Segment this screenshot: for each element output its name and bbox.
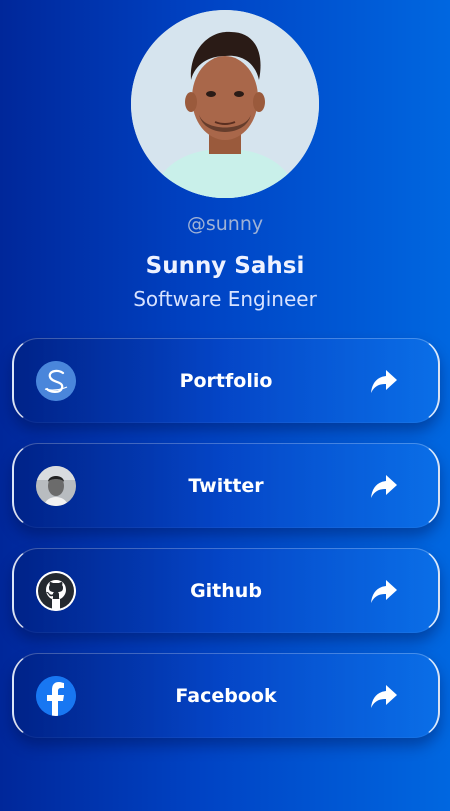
avatar xyxy=(131,10,319,198)
share-arrow-icon[interactable] xyxy=(370,473,398,499)
username-handle: @sunny xyxy=(186,213,264,235)
link-portfolio[interactable]: Portfolio xyxy=(12,338,440,423)
share-arrow-icon[interactable] xyxy=(370,578,398,604)
link-list: Portfolio Twitter Github Facebook xyxy=(12,338,440,758)
profile-photo xyxy=(131,10,319,198)
link-twitter[interactable]: Twitter xyxy=(12,443,440,528)
profile-name: Sunny Sahsi xyxy=(145,253,305,279)
share-arrow-icon[interactable] xyxy=(370,368,398,394)
profile-title: Software Engineer xyxy=(133,287,317,311)
share-arrow-icon[interactable] xyxy=(370,683,398,709)
link-github[interactable]: Github xyxy=(12,548,440,633)
link-facebook[interactable]: Facebook xyxy=(12,653,440,738)
profile-header: @sunny Sunny Sahsi Software Engineer xyxy=(0,0,450,311)
